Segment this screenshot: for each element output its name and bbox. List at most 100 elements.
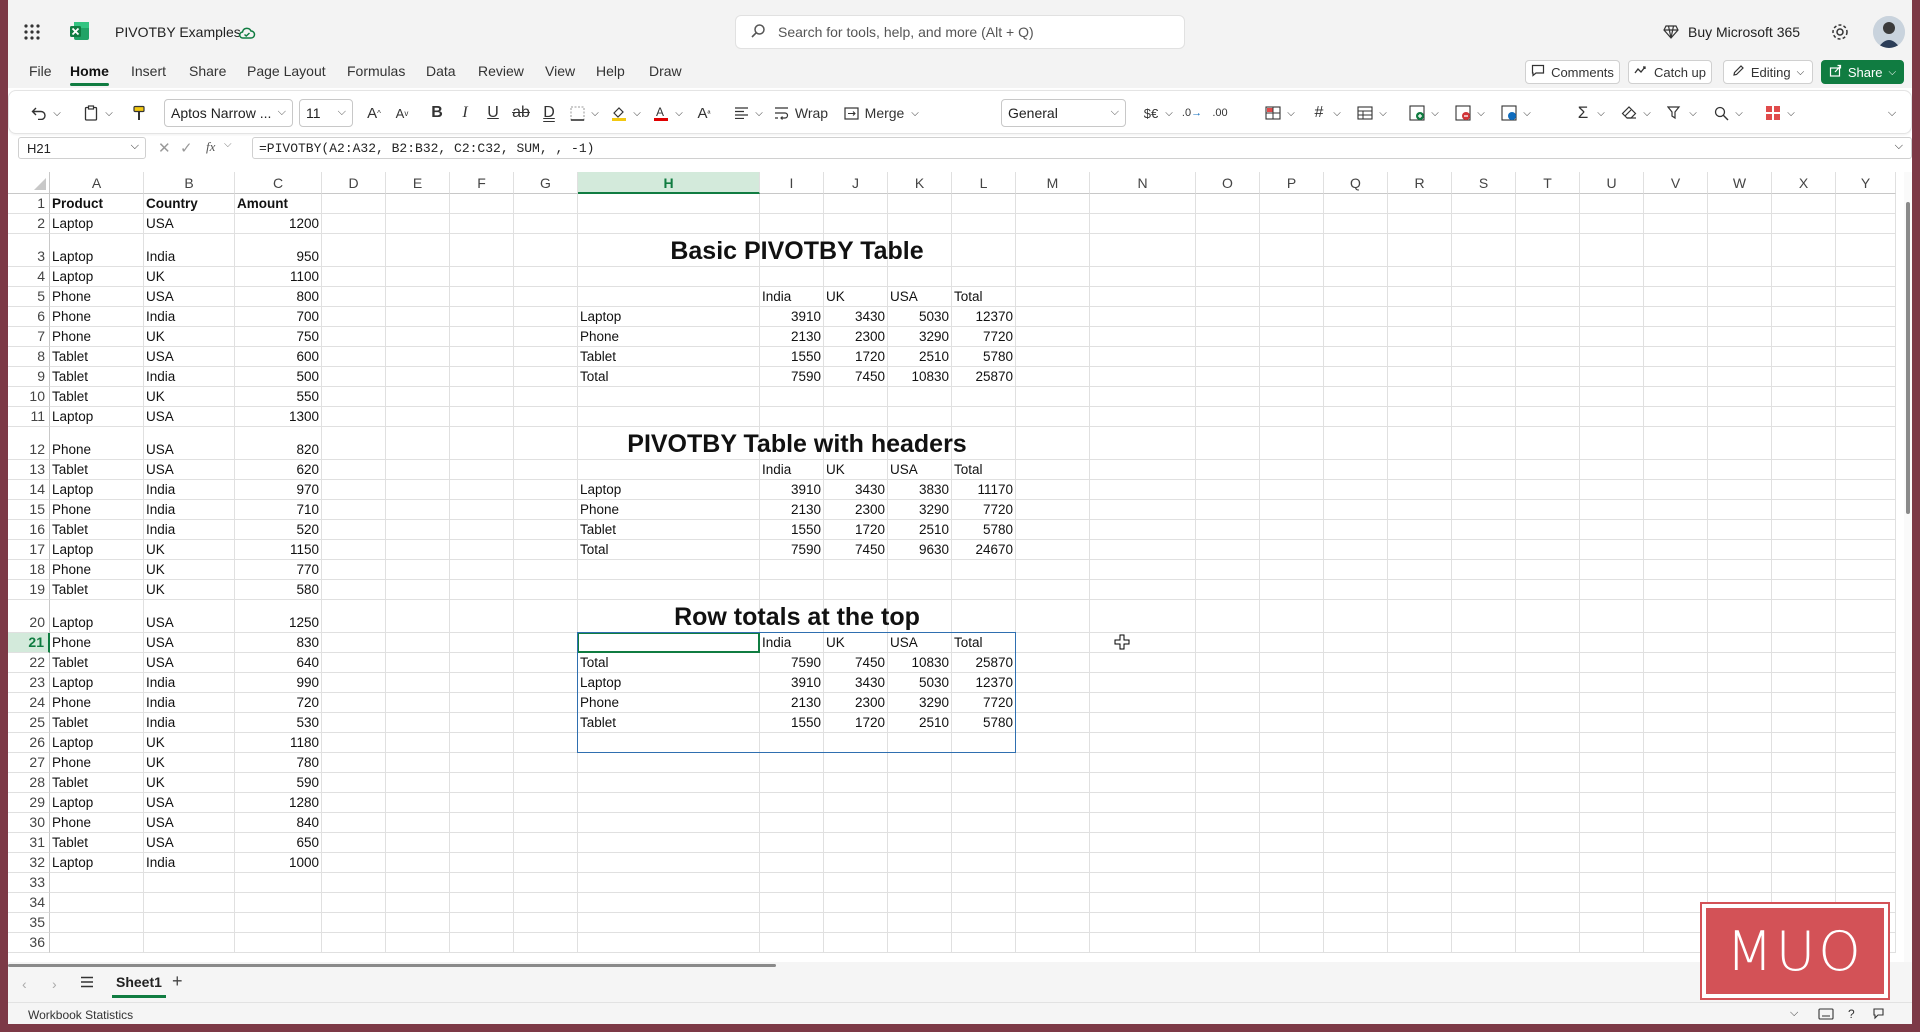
pivot-row-label[interactable]: Tablet: [580, 521, 757, 539]
decrease-font-size-icon[interactable]: Av: [391, 101, 413, 125]
country-cell[interactable]: India: [146, 368, 232, 386]
country-cell[interactable]: USA: [146, 634, 232, 652]
strikethrough-icon[interactable]: ab: [511, 101, 531, 125]
product-cell[interactable]: Tablet: [52, 714, 141, 732]
insert-cells-icon[interactable]: [1407, 101, 1427, 125]
increase-font-size-icon[interactable]: A ^: [363, 101, 385, 125]
pivot-row-label[interactable]: Total: [580, 541, 757, 559]
product-cell[interactable]: Laptop: [52, 408, 141, 426]
column-header-c[interactable]: C: [235, 172, 322, 194]
find-search-icon[interactable]: [1711, 101, 1731, 125]
pivot-column-header[interactable]: Total: [954, 634, 1013, 652]
chevron-down-icon[interactable]: ⌵: [753, 101, 765, 125]
tab-home[interactable]: Home: [70, 63, 109, 86]
pivot-row-label[interactable]: Laptop: [580, 674, 757, 692]
product-cell[interactable]: Laptop: [52, 614, 141, 632]
vertical-scrollbar[interactable]: [1904, 172, 1912, 962]
column-header-g[interactable]: G: [514, 172, 578, 194]
pivot-value-cell[interactable]: 3430: [826, 674, 885, 692]
currency-format-icon[interactable]: $€: [1141, 101, 1161, 125]
country-cell[interactable]: India: [146, 481, 232, 499]
row-header-20[interactable]: 20: [8, 600, 50, 633]
product-cell[interactable]: Laptop: [52, 268, 141, 286]
pivot-row-label[interactable]: Phone: [580, 328, 757, 346]
ribbon-expand-chevron-icon[interactable]: ⌵: [1885, 101, 1899, 125]
pivot-value-cell[interactable]: 3910: [762, 308, 821, 326]
amount-cell[interactable]: 1000: [237, 854, 319, 872]
row-header-2[interactable]: 2: [8, 214, 50, 234]
product-cell[interactable]: Phone: [52, 694, 141, 712]
row-header-31[interactable]: 31: [8, 833, 50, 853]
pivot-value-cell[interactable]: 2130: [762, 328, 821, 346]
tab-draw[interactable]: Draw: [649, 63, 682, 79]
column-header-k[interactable]: K: [888, 172, 952, 194]
row-header-18[interactable]: 18: [8, 560, 50, 580]
tab-review[interactable]: Review: [478, 63, 524, 79]
pivot-value-cell[interactable]: 11170: [954, 481, 1013, 499]
amount-cell[interactable]: 970: [237, 481, 319, 499]
bold-icon[interactable]: B: [427, 101, 447, 125]
product-cell[interactable]: Tablet: [52, 461, 141, 479]
amount-cell[interactable]: 1180: [237, 734, 319, 752]
column-header-r[interactable]: R: [1388, 172, 1452, 194]
pivot-value-cell[interactable]: 1550: [762, 348, 821, 366]
amount-cell[interactable]: 720: [237, 694, 319, 712]
amount-cell[interactable]: 650: [237, 834, 319, 852]
pivot-column-header[interactable]: India: [762, 634, 821, 652]
column-header-a[interactable]: A: [50, 172, 144, 194]
pivot-table-title[interactable]: Row totals at the top: [578, 603, 1016, 632]
tab-data[interactable]: Data: [426, 63, 456, 79]
pivot-value-cell[interactable]: 2130: [762, 501, 821, 519]
chevron-down-icon[interactable]: ⌵: [103, 101, 115, 125]
add-ins-icon[interactable]: [1763, 101, 1783, 125]
insert-function-icon[interactable]: fx: [206, 139, 215, 155]
pivot-value-cell[interactable]: 1720: [826, 521, 885, 539]
header-cell[interactable]: Product: [52, 195, 141, 213]
tab-share[interactable]: Share: [189, 63, 226, 79]
country-cell[interactable]: India: [146, 248, 232, 266]
amount-cell[interactable]: 780: [237, 754, 319, 772]
row-header-14[interactable]: 14: [8, 480, 50, 500]
chevron-down-icon[interactable]: ⌵: [1331, 101, 1343, 125]
product-cell[interactable]: Laptop: [52, 794, 141, 812]
text-effects-icon[interactable]: Aª: [693, 101, 715, 125]
row-header-24[interactable]: 24: [8, 693, 50, 713]
column-header-m[interactable]: M: [1016, 172, 1090, 194]
row-header-36[interactable]: 36: [8, 933, 50, 953]
product-cell[interactable]: Tablet: [52, 581, 141, 599]
pivot-column-header[interactable]: India: [762, 288, 821, 306]
chevron-down-icon[interactable]: ⌵: [1785, 101, 1797, 125]
column-header-l[interactable]: L: [952, 172, 1016, 194]
country-cell[interactable]: USA: [146, 461, 232, 479]
chevron-down-icon[interactable]: ⌵: [1475, 101, 1487, 125]
pivot-row-label[interactable]: Tablet: [580, 714, 757, 732]
product-cell[interactable]: Laptop: [52, 481, 141, 499]
row-header-7[interactable]: 7: [8, 327, 50, 347]
autosum-icon[interactable]: Σ: [1573, 101, 1593, 125]
amount-cell[interactable]: 830: [237, 634, 319, 652]
pivot-value-cell[interactable]: 3290: [890, 694, 949, 712]
pivot-value-cell[interactable]: 2300: [826, 501, 885, 519]
amount-cell[interactable]: 530: [237, 714, 319, 732]
pivot-value-cell[interactable]: 3290: [890, 328, 949, 346]
comments-button[interactable]: Comments: [1525, 60, 1620, 84]
row-header-11[interactable]: 11: [8, 407, 50, 427]
pivot-value-cell[interactable]: 3290: [890, 501, 949, 519]
product-cell[interactable]: Laptop: [52, 248, 141, 266]
country-cell[interactable]: UK: [146, 541, 232, 559]
amount-cell[interactable]: 1100: [237, 268, 319, 286]
pivot-value-cell[interactable]: 7450: [826, 654, 885, 672]
country-cell[interactable]: UK: [146, 561, 232, 579]
pivot-value-cell[interactable]: 5780: [954, 348, 1013, 366]
catch-up-button[interactable]: Catch up: [1628, 60, 1712, 84]
chevron-down-icon[interactable]: ⌵: [51, 101, 63, 125]
chevron-down-icon[interactable]: ⌵: [1595, 101, 1607, 125]
pivot-table-title[interactable]: Basic PIVOTBY Table: [578, 237, 1016, 266]
pivot-value-cell[interactable]: 1550: [762, 521, 821, 539]
product-cell[interactable]: Phone: [52, 501, 141, 519]
merge-button[interactable]: Merge: [839, 101, 909, 125]
app-launcher-icon[interactable]: [18, 18, 46, 46]
pivot-value-cell[interactable]: 7450: [826, 541, 885, 559]
sheet-tab-sheet1[interactable]: Sheet1: [112, 968, 166, 998]
amount-cell[interactable]: 840: [237, 814, 319, 832]
